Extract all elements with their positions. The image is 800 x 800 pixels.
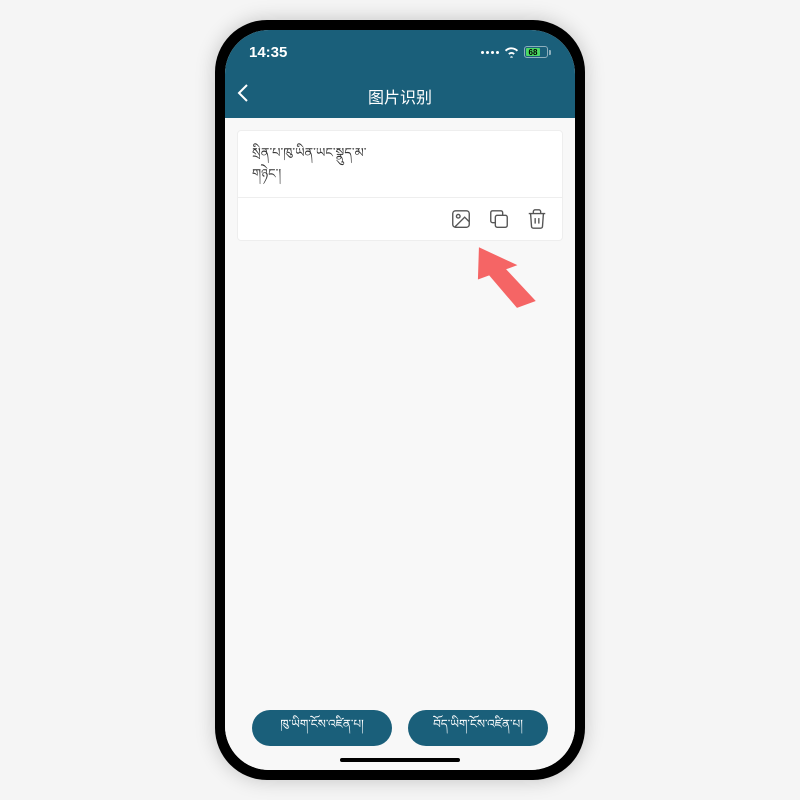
text-line-2: གཉེང་། bbox=[252, 164, 548, 185]
header: 图片识别 bbox=[225, 74, 575, 118]
phone-frame: 14:35 68 bbox=[215, 20, 585, 780]
recognized-text: སྲིན་པ་ཁུ་ཡིན་ཡང་སྣུད་མ་ གཉེང་། bbox=[238, 131, 562, 198]
home-indicator[interactable] bbox=[340, 758, 460, 762]
signal-icon bbox=[481, 51, 499, 54]
recognize-button-1[interactable]: ཁུ་ཡིག་ངོས་འཛིན་པ། bbox=[252, 710, 392, 746]
wifi-icon bbox=[504, 46, 519, 58]
page-title: 图片识别 bbox=[237, 84, 563, 108]
recognize-button-2[interactable]: བོད་ཡིག་ངོས་འཛིན་པ། bbox=[408, 710, 548, 746]
phone-screen: 14:35 68 bbox=[225, 30, 575, 770]
trash-icon[interactable] bbox=[526, 208, 548, 230]
content-area: སྲིན་པ་ཁུ་ཡིན་ཡང་སྣུད་མ་ གཉེང་། bbox=[225, 118, 575, 694]
copy-icon[interactable] bbox=[488, 208, 510, 230]
status-time: 14:35 bbox=[249, 44, 287, 61]
result-card: སྲིན་པ་ཁུ་ཡིན་ཡང་སྣུད་མ་ གཉེང་། bbox=[237, 130, 563, 241]
battery-icon: 68 bbox=[524, 46, 551, 58]
status-bar: 14:35 68 bbox=[225, 30, 575, 74]
status-right: 68 bbox=[481, 46, 551, 58]
annotation-arrow-icon bbox=[470, 230, 540, 320]
back-button[interactable] bbox=[237, 83, 249, 109]
image-icon[interactable] bbox=[450, 208, 472, 230]
text-line-1: སྲིན་པ་ཁུ་ཡིན་ཡང་སྣུད་མ་ bbox=[252, 143, 548, 164]
